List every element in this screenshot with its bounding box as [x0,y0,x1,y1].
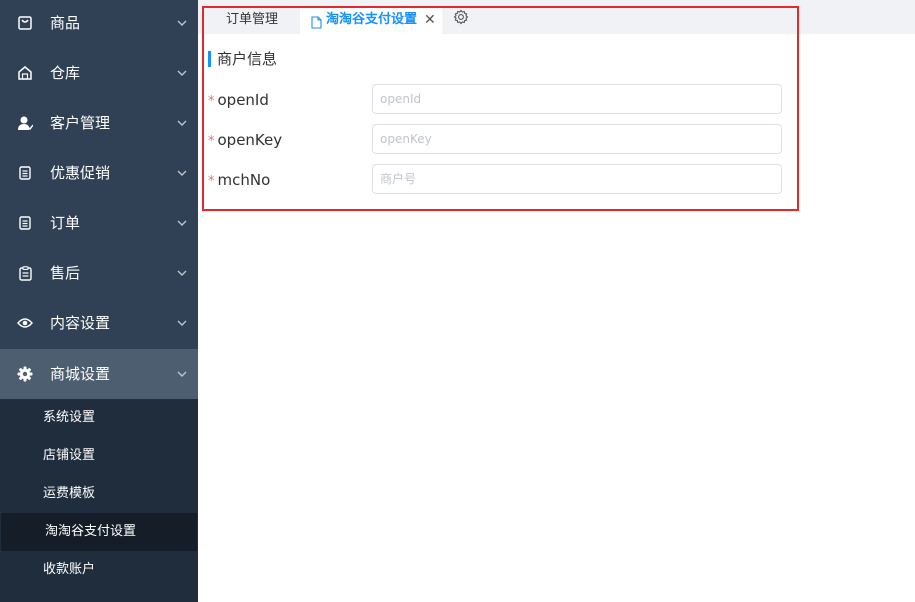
chevron-down-icon [177,170,187,176]
sidebar-item-customer[interactable]: 客户管理 [0,98,198,148]
submenu-item-label: 运费模板 [43,486,96,501]
section-title: 商户信息 [217,50,278,68]
sidebar-item-product[interactable]: 商品 [0,0,198,48]
tab-taotaogu-pay-settings[interactable]: 淘淘谷支付设置 ✕ [300,6,442,34]
required-mark: * [208,174,215,189]
mchno-input[interactable] [372,164,782,194]
required-mark: * [208,94,215,109]
openkey-input[interactable] [372,124,782,154]
openid-input[interactable] [372,84,782,114]
sidebar-item-label: 订单 [50,214,81,232]
product-box-icon [16,14,34,32]
chevron-down-icon [177,120,187,126]
form-row-openid: * openId [208,84,783,116]
eye-icon [16,314,34,332]
field-label: * openKey [208,124,282,156]
tab-order-management[interactable]: 订单管理 [208,6,300,34]
sidebar-item-label: 商城设置 [50,365,111,383]
main-content: 商户信息 *openId *openKey *mchNo [198,34,915,602]
openid-label: openId [217,91,269,109]
submenu-mall-settings: 系统设置 店铺设置 运费模板 淘淘谷支付设置 收款账户 [0,399,198,602]
sidebar-item-promotion[interactable]: 优惠促销 [0,148,198,198]
sidebar-item-label: 内容设置 [50,314,111,332]
close-icon[interactable]: ✕ [424,6,436,34]
sidebar-item-aftersale[interactable]: 售后 [0,248,198,298]
sidebar-item-content[interactable]: 内容设置 [0,298,198,348]
sidebar-item-order[interactable]: 订单 [0,198,198,248]
sidebar-item-label: 商品 [50,14,81,32]
chevron-down-icon [177,270,187,276]
submenu-item-payment-account[interactable]: 收款账户 [0,551,198,589]
submenu-item-label: 店铺设置 [43,448,96,463]
sidebar-item-label: 售后 [50,264,81,282]
submenu-item-shop-settings[interactable]: 店铺设置 [0,437,198,475]
submenu-item-shipping-template[interactable]: 运费模板 [0,475,198,513]
submenu-item-taotaogu-pay-settings[interactable]: 淘淘谷支付设置 [1,513,197,551]
chevron-down-icon [177,220,187,226]
warehouse-icon [16,64,34,82]
gear-icon[interactable] [453,9,469,25]
submenu-item-label: 收款账户 [43,562,96,577]
form-row-openkey: * openKey [208,124,783,156]
promotion-doc-icon [16,164,34,182]
customer-icon [16,114,34,132]
field-label: * mchNo [208,164,270,196]
gear-icon [16,365,34,383]
sidebar-item-label: 仓库 [50,64,81,82]
openkey-label: openKey [217,131,283,149]
submenu-item-label: 系统设置 [43,410,96,425]
chevron-down-icon [177,20,187,26]
tab-bar: 订单管理 淘淘谷支付设置 ✕ [198,0,915,34]
submenu-item-label: 淘淘谷支付设置 [45,524,137,539]
submenu-item-system-settings[interactable]: 系统设置 [0,399,198,437]
aftersale-clipboard-icon [16,264,34,282]
mchno-label: mchNo [217,171,271,189]
chevron-down-icon [177,70,187,76]
order-doc-icon [16,214,34,232]
sidebar-item-mall-settings[interactable]: 商城设置 [0,349,198,399]
field-label: * openId [208,84,269,116]
form-row-mchno: * mchNo [208,164,783,196]
tab-label: 订单管理 [226,12,279,27]
chevron-down-icon [177,320,187,326]
sidebar: 商品 仓库 客户管理 优惠促销 订单 售后 内容设置 商城设置 系统设置 店铺设… [0,0,198,602]
chevron-up-icon [177,371,187,377]
tab-label: 淘淘谷支付设置 [326,12,418,27]
sidebar-item-label: 优惠促销 [50,164,111,182]
sidebar-item-label: 客户管理 [50,114,111,132]
required-mark: * [208,134,215,149]
sidebar-item-warehouse[interactable]: 仓库 [0,48,198,98]
